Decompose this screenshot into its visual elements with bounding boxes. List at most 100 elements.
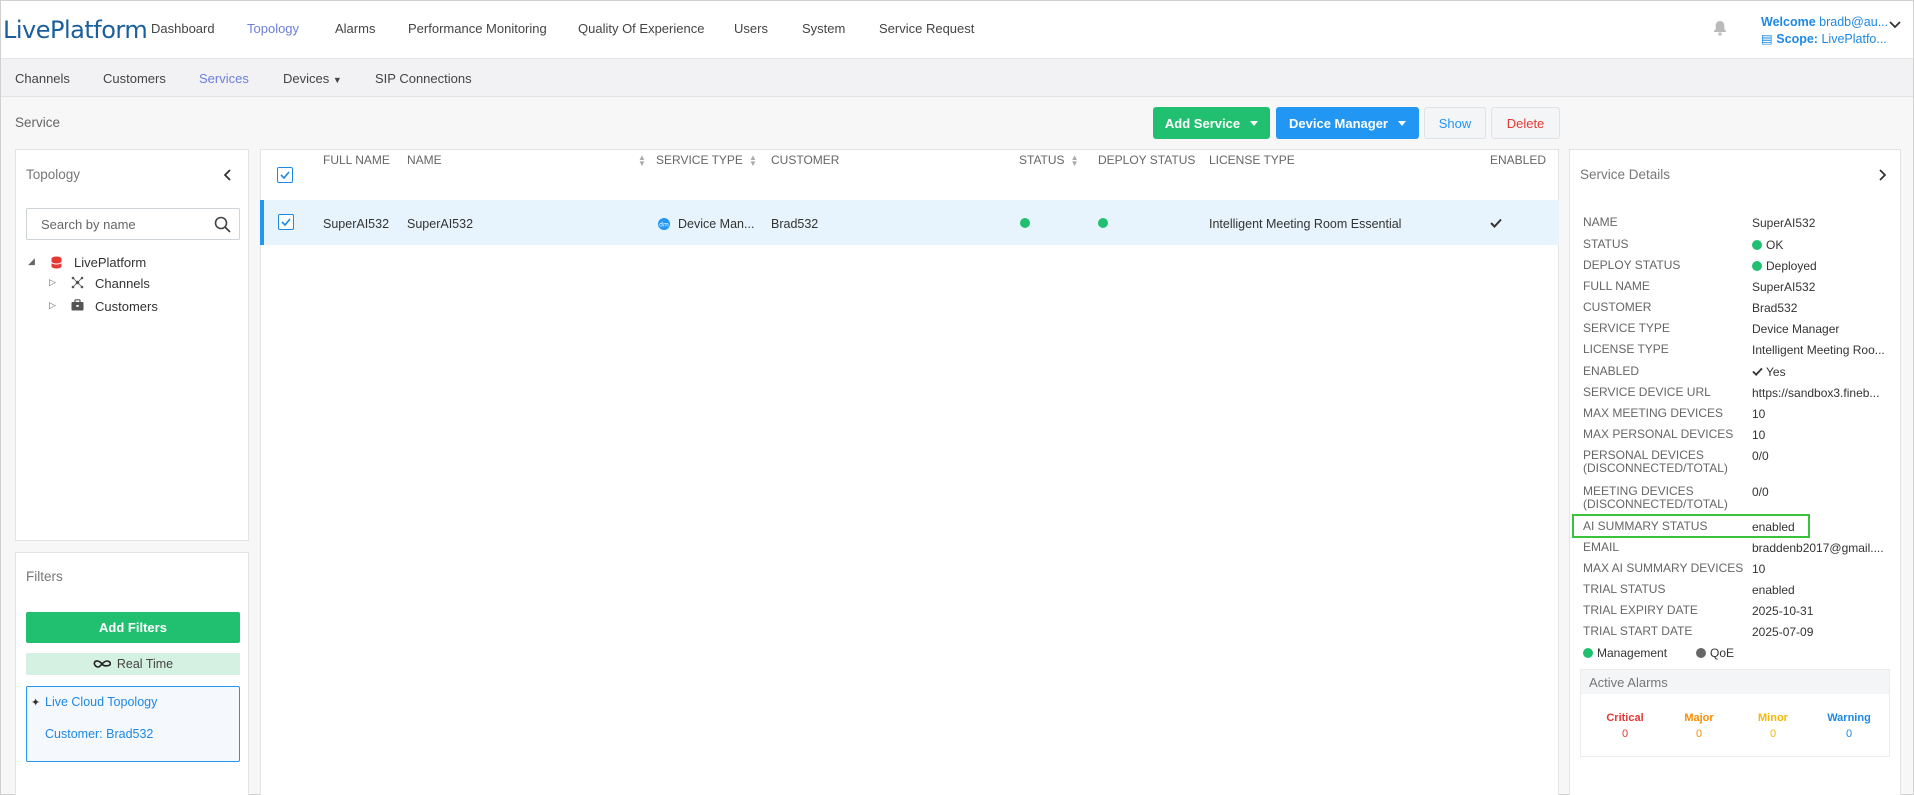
column-header-status[interactable]: STATUS ▲ ▼ (1019, 153, 1078, 167)
detail-label-ai-summary-status: AI SUMMARY STATUS (1583, 519, 1708, 533)
detail-value-deploy-status: Deployed (1752, 259, 1817, 273)
detail-label-enabled: ENABLED (1583, 364, 1640, 378)
detail-value-service-type: Device Manager (1752, 322, 1840, 336)
detail-value-ai-summary-status: enabled (1752, 520, 1795, 534)
device-manager-label: Device Manager (1289, 115, 1388, 131)
database-icon: ▤ (1761, 32, 1773, 46)
add-service-button[interactable]: Add Service (1153, 107, 1270, 139)
realtime-toggle[interactable]: Real Time (26, 653, 240, 675)
status-ok-dot (1020, 218, 1030, 228)
detail-value-max-personal-devices: 10 (1752, 428, 1766, 442)
alarm-critical-label: Critical (1606, 712, 1644, 724)
select-all-checkbox[interactable] (277, 167, 293, 183)
channels-icon (71, 276, 84, 289)
expand-icon[interactable]: ▷ (49, 300, 56, 311)
nav-topology[interactable]: Topology (247, 21, 299, 36)
add-filters-button[interactable]: Add Filters (26, 612, 240, 643)
sort-icon[interactable]: ▲ ▼ (632, 153, 646, 167)
sort-icon[interactable]: ▲ ▼ (1071, 153, 1079, 167)
column-header-license-type[interactable]: LICENSE TYPE (1209, 153, 1295, 167)
svg-text:dm: dm (659, 222, 669, 229)
detail-value-trial-status: enabled (1752, 583, 1795, 597)
nav-service-request[interactable]: Service Request (879, 21, 974, 36)
delete-button[interactable]: Delete (1491, 107, 1560, 139)
subnav-sip-connections[interactable]: SIP Connections (375, 71, 472, 86)
column-header-name-label: NAME (407, 153, 442, 167)
cell-customer: Brad532 (771, 217, 819, 231)
detail-label-trial-status: TRIAL STATUS (1583, 582, 1666, 596)
column-header-service-type[interactable]: SERVICE TYPE ▲ ▼ (656, 153, 757, 167)
sub-navbar: Channels Customers Services Devices ▼ SI… (1, 58, 1913, 97)
column-header-full-name[interactable]: FULL NAME (323, 153, 390, 167)
app-logo[interactable]: LivePlatform (3, 16, 148, 44)
pin-icon[interactable]: ✦ (31, 696, 40, 709)
subnav-customers[interactable]: Customers (103, 71, 166, 86)
column-header-name[interactable]: NAME (407, 153, 442, 167)
column-header-customer[interactable]: CUSTOMER (771, 153, 839, 167)
subnav-devices[interactable]: Devices ▼ (283, 71, 342, 86)
topology-title: Topology (26, 167, 81, 182)
alarm-major[interactable]: Major 0 (1669, 710, 1729, 742)
subnav-channels[interactable]: Channels (15, 71, 70, 86)
services-table (260, 149, 1559, 795)
alarm-warning-label: Warning (1827, 712, 1871, 724)
detail-label-status: STATUS (1583, 237, 1629, 251)
alarm-minor-label: Minor (1758, 712, 1788, 724)
column-header-service-type-label: SERVICE TYPE (656, 153, 743, 167)
legend-dot (1583, 648, 1593, 658)
sort-icon[interactable]: ▲ ▼ (749, 153, 757, 167)
scope-value: LivePlatfo... (1821, 32, 1887, 46)
pinned-filter-card[interactable]: ✦ Live Cloud Topology Customer: Brad532 (26, 686, 240, 762)
search-icon[interactable] (214, 216, 231, 233)
topology-panel: Topology ◢ LivePlatform ▷ Channels ▷ Cus… (15, 149, 249, 541)
detail-value-service-device-url[interactable]: https://sandbox3.fineb... (1752, 386, 1879, 400)
column-header-enabled[interactable]: ENABLED (1490, 153, 1546, 167)
tree-item-channels[interactable]: Channels (95, 276, 150, 291)
nav-alarms[interactable]: Alarms (335, 21, 375, 36)
show-button[interactable]: Show (1424, 107, 1486, 139)
app-window: LivePlatform Dashboard Topology Alarms P… (0, 0, 1914, 795)
welcome-user: bradb@au... (1819, 15, 1889, 29)
realtime-label: Real Time (116, 657, 174, 671)
detail-value-customer: Brad532 (1752, 301, 1798, 315)
alarm-minor[interactable]: Minor 0 (1743, 710, 1803, 742)
device-manager-button[interactable]: Device Manager (1276, 107, 1419, 139)
alarm-major-count: 0 (1695, 728, 1703, 740)
cell-service-type: Device Man... (678, 217, 755, 231)
row-checkbox[interactable] (278, 214, 294, 230)
detail-value-trial-start-date: 2025-07-09 (1752, 625, 1814, 639)
alarm-critical[interactable]: Critical 0 (1595, 710, 1655, 742)
nav-quality-of-experience[interactable]: Quality Of Experience (578, 21, 704, 36)
subnav-services[interactable]: Services (199, 71, 249, 86)
search-input[interactable] (41, 217, 211, 232)
nav-performance-monitoring[interactable]: Performance Monitoring (408, 21, 547, 36)
nav-system[interactable]: System (802, 21, 845, 36)
alarm-warning[interactable]: Warning 0 (1819, 710, 1879, 742)
tree-root[interactable]: LivePlatform (74, 255, 146, 270)
detail-label-name: NAME (1583, 215, 1618, 229)
chevron-right-icon[interactable] (1878, 169, 1886, 181)
nav-dashboard[interactable]: Dashboard (151, 21, 215, 36)
bell-icon[interactable] (1713, 20, 1727, 36)
detail-label-meeting-devices: MEETING DEVICES (DISCONNECTED/TOTAL) (1583, 484, 1728, 511)
alarm-minor-count: 0 (1769, 728, 1777, 740)
welcome-label: Welcome (1761, 15, 1816, 29)
detail-label-trial-start-date: TRIAL START DATE (1583, 624, 1693, 638)
expand-icon[interactable]: ▷ (49, 277, 56, 288)
detail-value-license-type: Intelligent Meeting Roo... (1752, 343, 1885, 357)
alarm-major-label: Major (1684, 712, 1714, 724)
tree-item-customers[interactable]: Customers (95, 299, 158, 314)
legend-qoe: QoE (1696, 646, 1734, 660)
page-title: Service (15, 115, 61, 130)
legend-management-label: Management (1597, 646, 1668, 660)
check-icon (1490, 218, 1502, 228)
column-header-status-label: STATUS (1019, 153, 1065, 167)
chevron-down-icon[interactable] (1889, 21, 1901, 29)
chevron-left-icon[interactable] (224, 169, 232, 181)
column-header-deploy-status[interactable]: DEPLOY STATUS (1098, 153, 1195, 167)
subnav-devices-label: Devices (283, 71, 330, 86)
user-menu[interactable]: Welcome bradb@au... ▤ Scope: LivePlatfo.… (1761, 14, 1888, 48)
caret-down-icon: ▼ (332, 75, 342, 85)
collapse-icon[interactable]: ◢ (28, 256, 35, 267)
nav-users[interactable]: Users (734, 21, 768, 36)
